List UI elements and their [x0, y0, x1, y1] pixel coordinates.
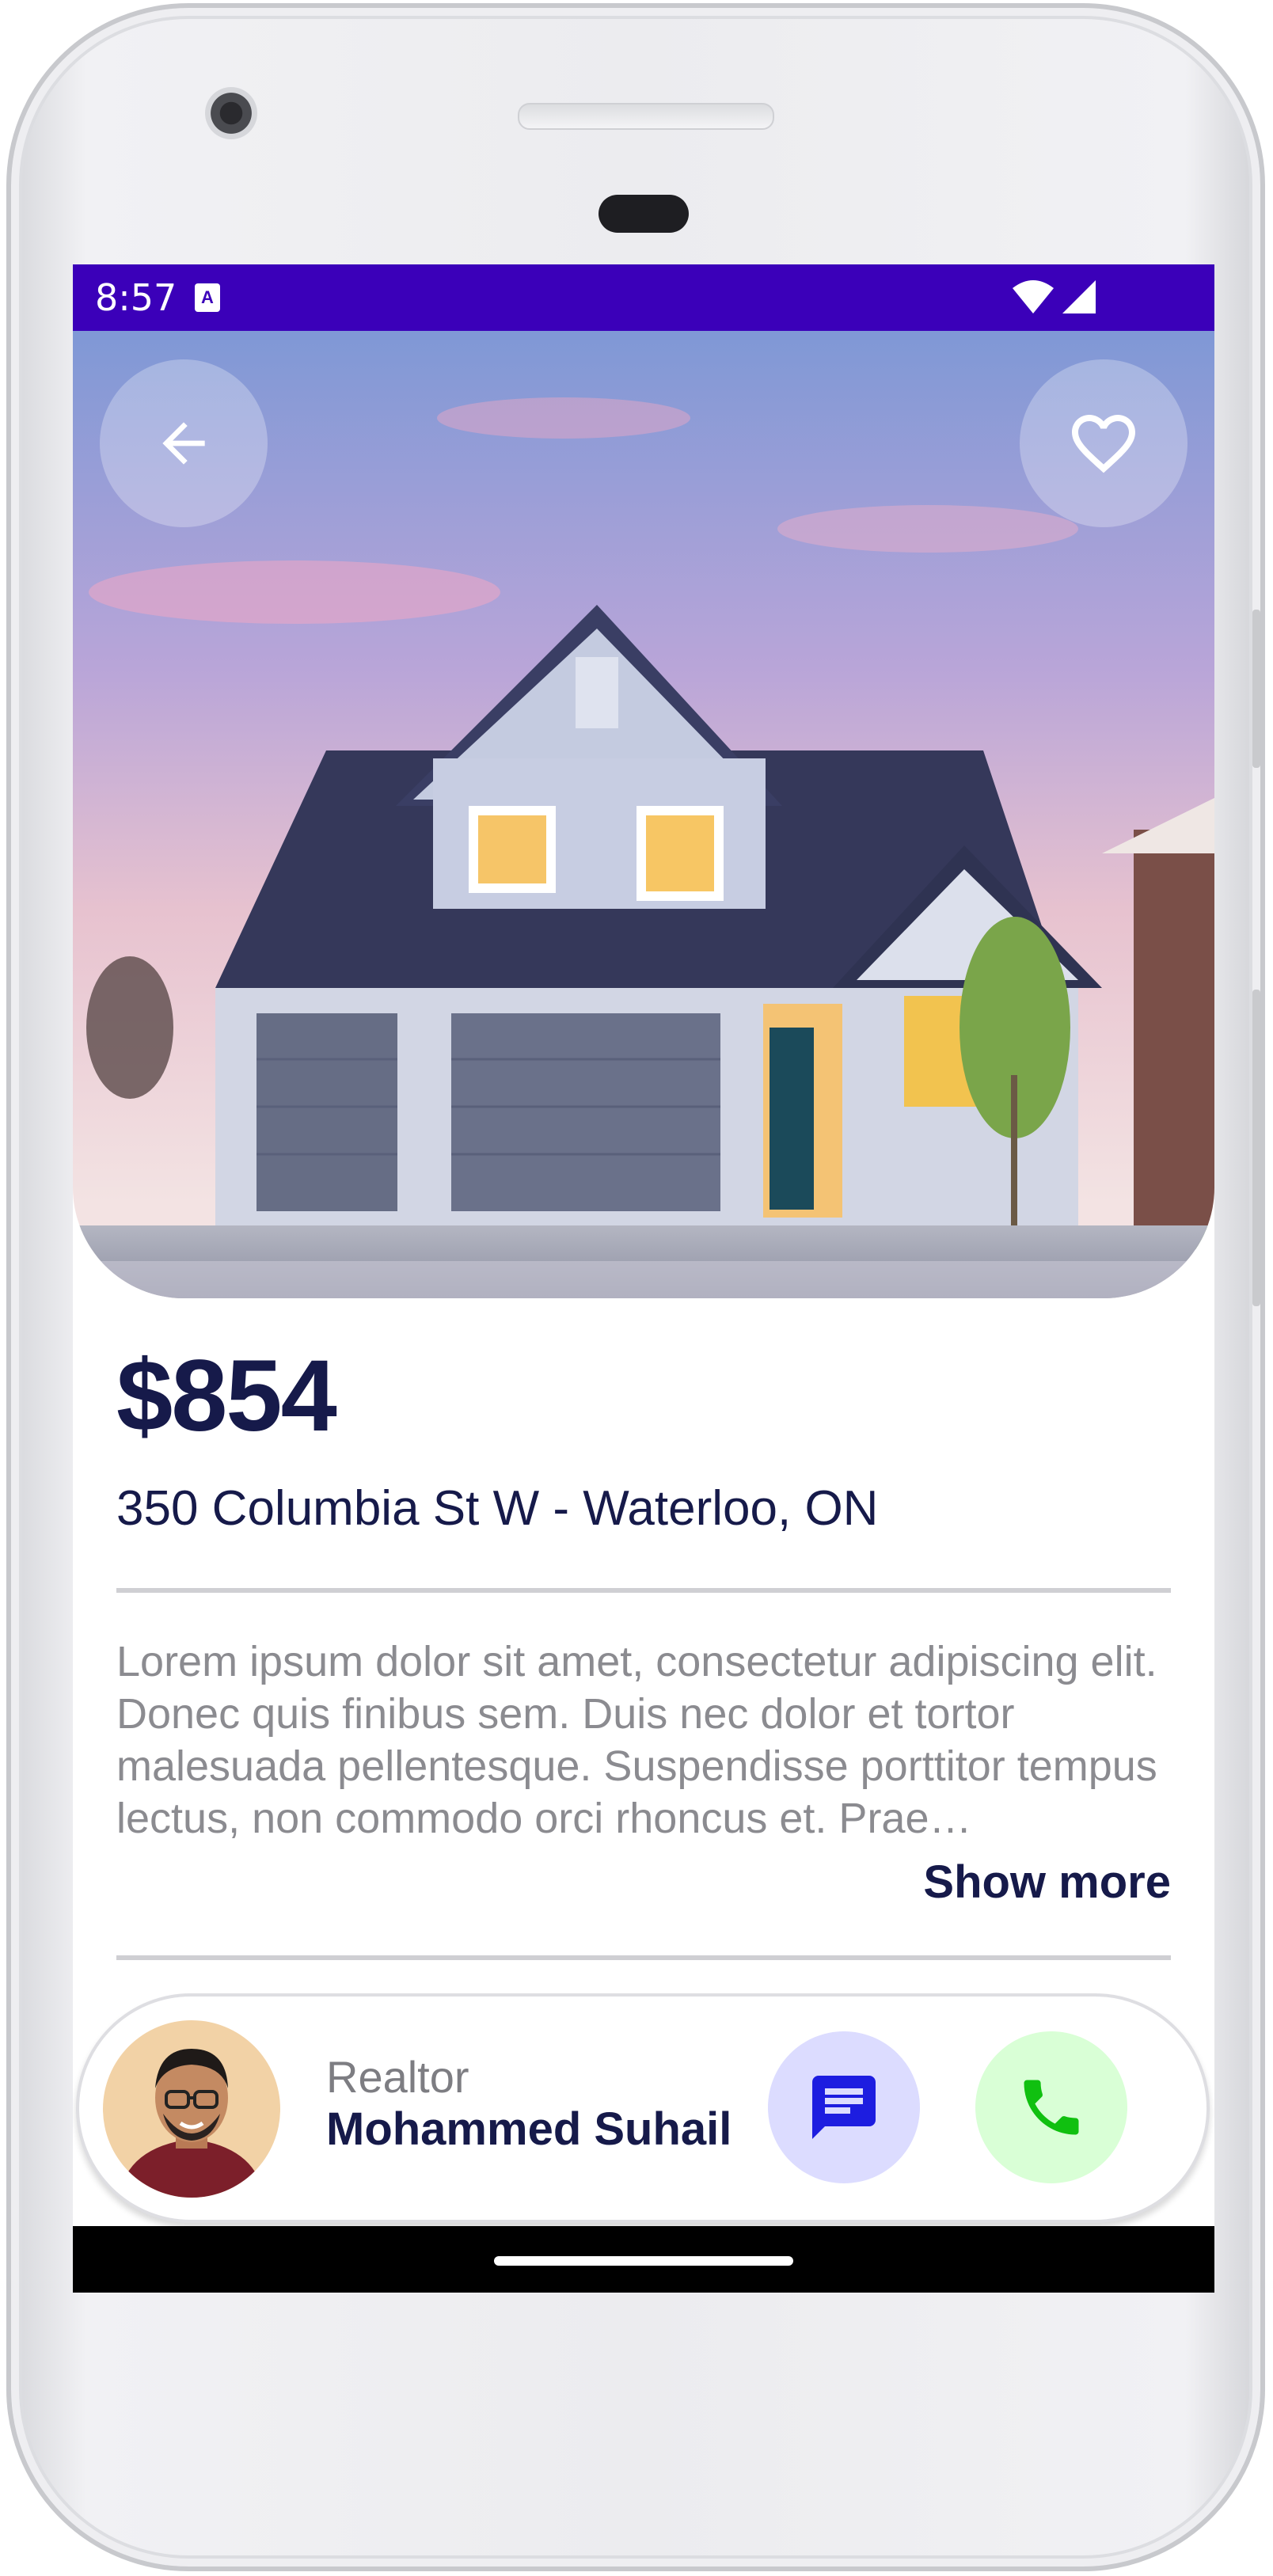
realtor-name: Mohammed Suhail — [326, 2103, 732, 2155]
favorite-button[interactable] — [1020, 359, 1188, 527]
chat-message-icon — [812, 2076, 876, 2139]
divider-bottom — [116, 1955, 1171, 1960]
message-button[interactable] — [768, 2031, 920, 2183]
home-gesture-pill[interactable] — [494, 2256, 793, 2266]
back-button[interactable] — [100, 359, 268, 527]
accessibility-a-icon: A — [195, 283, 220, 312]
app-screen: 8:57 A $854 350 Columbia St W - Waterloo… — [73, 264, 1214, 2293]
house-photo — [73, 331, 1214, 1298]
phone-icon — [1024, 2080, 1079, 2135]
cell-signal-icon — [1062, 280, 1096, 313]
system-navigation-bar — [73, 2226, 1214, 2293]
proximity-sensor — [598, 195, 689, 233]
avatar — [103, 2020, 280, 2198]
listing-price: $854 — [116, 1339, 337, 1453]
listing-description: Lorem ipsum dolor sit amet, consectetur … — [116, 1638, 1157, 1842]
show-more-link[interactable]: Show more — [923, 1856, 1171, 1909]
front-camera — [205, 87, 257, 139]
arrow-left-icon — [162, 422, 205, 465]
earpiece-speaker — [518, 103, 774, 130]
call-button[interactable] — [975, 2031, 1127, 2183]
realtor-card: Realtor Mohammed Suhail — [76, 1993, 1210, 2223]
realtor-portrait — [103, 2020, 280, 2198]
listing-address: 350 Columbia St W - Waterloo, ON — [116, 1481, 879, 1536]
realtor-role: Realtor — [326, 2052, 469, 2102]
heart-outline-icon — [1072, 415, 1135, 473]
phone-frame: 8:57 A $854 350 Columbia St W - Waterloo… — [6, 3, 1265, 2571]
status-time: 8:57 — [95, 276, 177, 319]
power-button — [1252, 610, 1260, 768]
volume-button — [1252, 990, 1260, 1306]
divider-top — [116, 1588, 1171, 1593]
status-bar: 8:57 A — [73, 264, 1214, 331]
wifi-icon — [1013, 280, 1054, 313]
